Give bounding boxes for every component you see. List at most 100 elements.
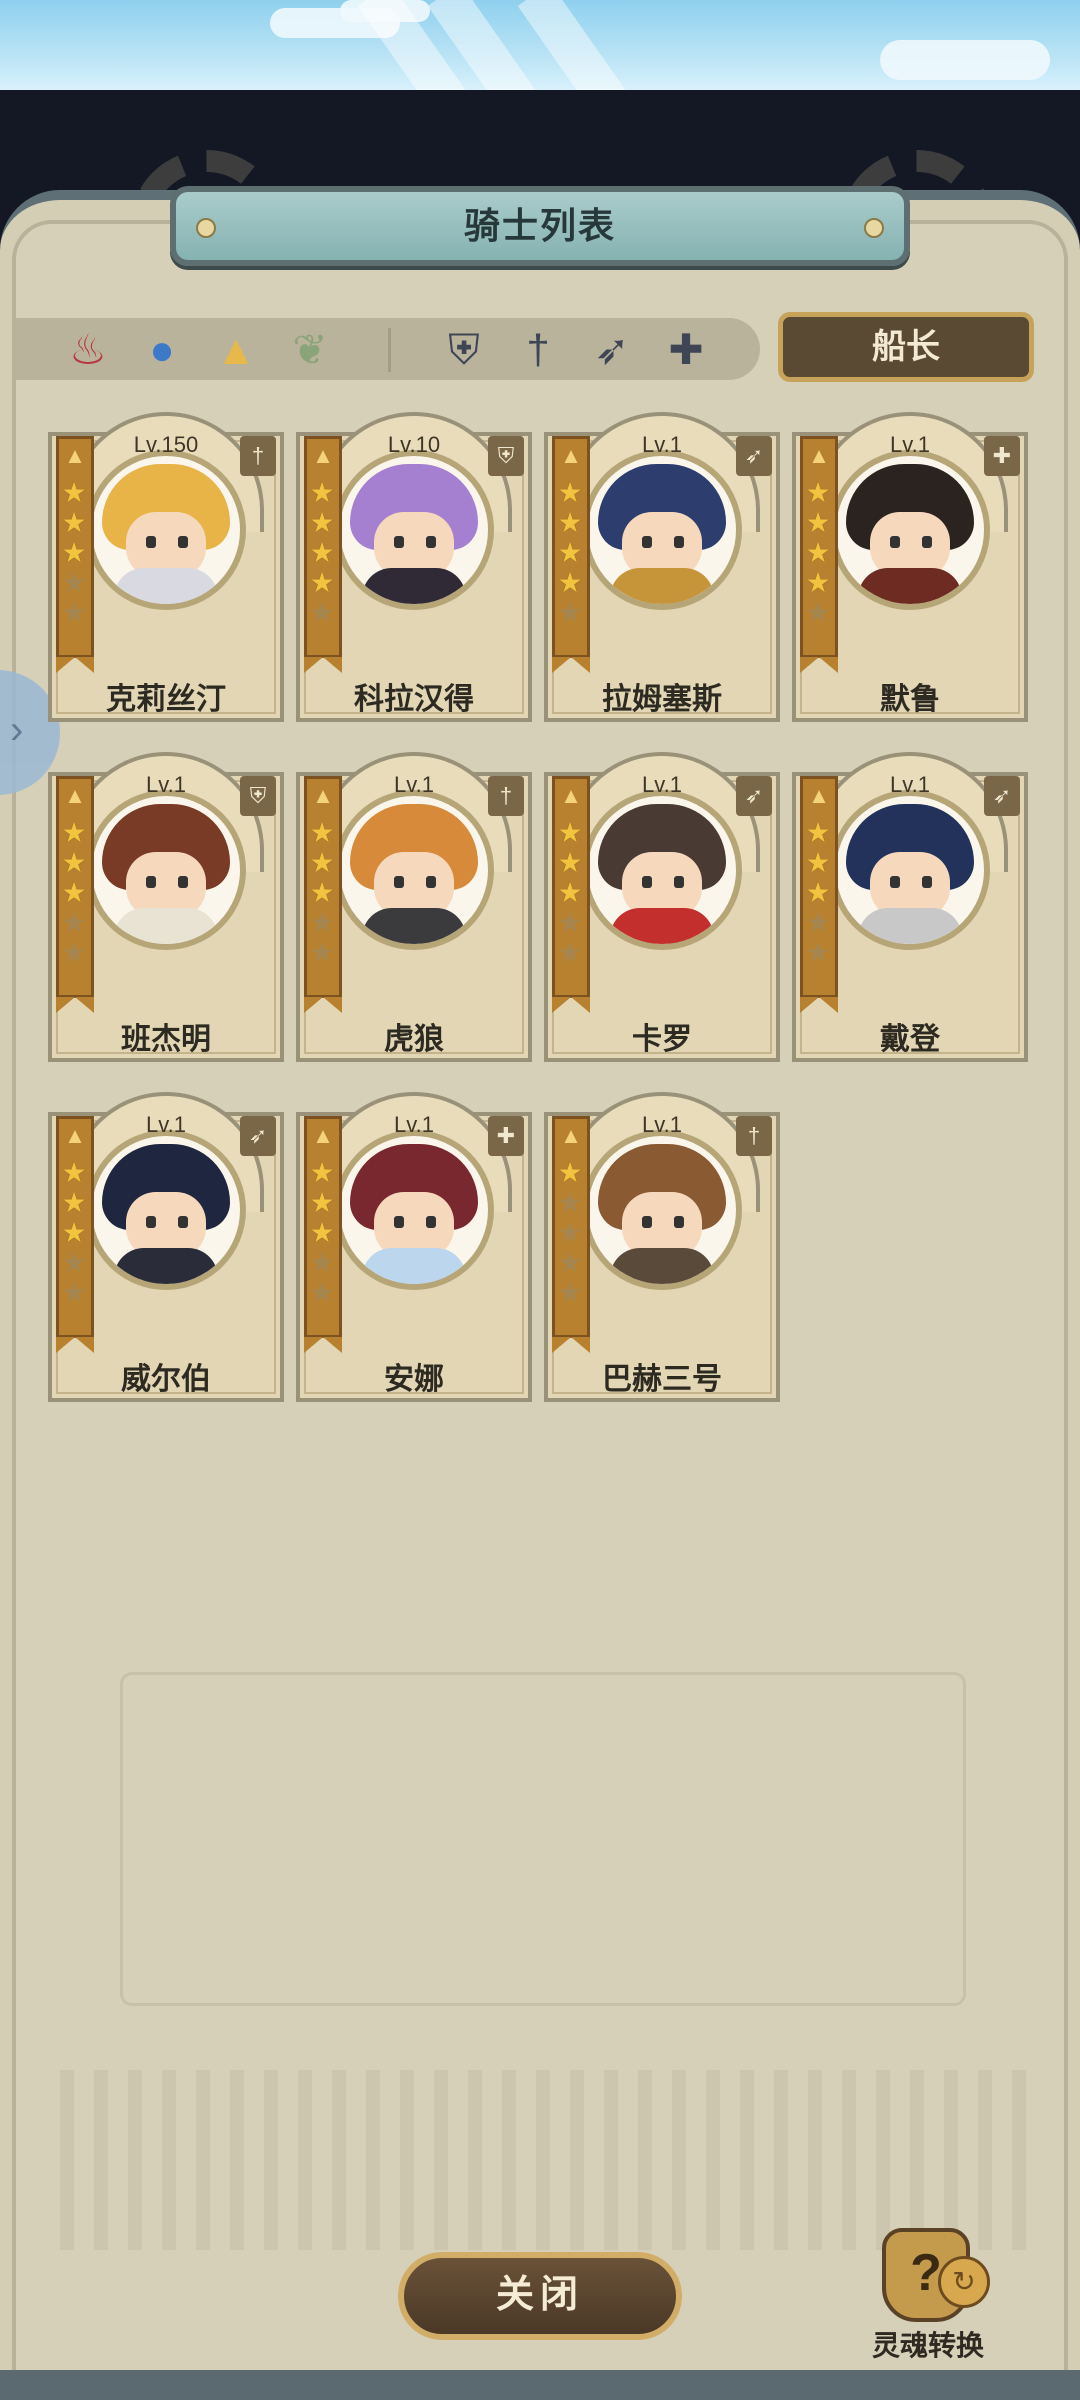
star-icon: ★	[557, 537, 583, 568]
star-icon: ★	[61, 1187, 87, 1218]
star-icon: ★	[557, 1157, 583, 1188]
knight-portrait	[582, 1130, 742, 1290]
knight-card[interactable]: ▲ ★ ★ ★ ★ ★ ✚ Lv.1 安娜	[296, 1092, 532, 1402]
knight-level: Lv.1	[146, 772, 186, 797]
knight-portrait	[334, 450, 494, 610]
captain-button[interactable]: 船长	[778, 312, 1034, 382]
knight-card[interactable]: ▲ ★ ★ ★ ★ ★ † Lv.1 巴赫三号	[544, 1092, 780, 1402]
star-icon: ★	[805, 507, 831, 538]
knight-name: 班杰明	[121, 1023, 211, 1056]
info-box	[120, 1672, 966, 2006]
star-icon: ★	[557, 817, 583, 848]
star-icon: ★	[61, 507, 87, 538]
star-icon: ★	[61, 817, 87, 848]
star-icon: ★	[805, 817, 831, 848]
star-icon: ★	[309, 567, 335, 598]
knight-portrait	[830, 790, 990, 950]
page-title: 骑士列表	[463, 205, 616, 246]
star-icon: ★	[61, 1157, 87, 1188]
close-button[interactable]: 关闭	[398, 2252, 682, 2340]
convert-arrow-icon: ↻	[938, 2256, 990, 2308]
sky-background	[0, 0, 1080, 90]
knight-card[interactable]: ▲ ★ ★ ★ ★ ★ ⛨ Lv.1 班杰明	[48, 752, 284, 1062]
shield-icon[interactable]: ⛨	[434, 320, 494, 380]
water-glyph: ●	[149, 326, 175, 373]
fire-glyph: ♨	[69, 326, 107, 373]
star-icon: ★	[805, 847, 831, 878]
knight-name: 戴登	[880, 1023, 940, 1056]
cross-glyph: ✚	[668, 326, 704, 373]
bow-icon[interactable]: ➶	[582, 320, 642, 380]
water-icon[interactable]: ●	[132, 320, 192, 380]
star-icon: ★	[557, 907, 583, 938]
star-icon: ★	[61, 877, 87, 908]
star-icon: ★	[309, 937, 335, 968]
star-icon: ★	[805, 477, 831, 508]
knight-name: 卡罗	[632, 1023, 692, 1056]
knight-card[interactable]: ▲ ★ ★ ★ ★ ★ ➶ Lv.1 戴登	[792, 752, 1028, 1062]
star-icon: ★	[61, 937, 87, 968]
knight-portrait	[582, 790, 742, 950]
knight-card[interactable]: ▲ ★ ★ ★ ★ ★ ➶ Lv.1 卡罗	[544, 752, 780, 1062]
star-icon: ★	[557, 877, 583, 908]
knight-level: Lv.1	[642, 432, 682, 457]
star-icon: ★	[557, 1277, 583, 1308]
knight-card[interactable]: ▲ ★ ★ ★ ★ ★ ➶ Lv.1 拉姆塞斯	[544, 412, 780, 722]
sword-glyph: †	[526, 326, 550, 373]
star-icon: ★	[61, 1217, 87, 1248]
cross-icon[interactable]: ✚	[656, 320, 716, 380]
bow-glyph: ➶	[594, 326, 630, 373]
fence-decoration	[40, 2070, 1040, 2250]
star-icon: ★	[557, 507, 583, 538]
knight-level: Lv.10	[387, 432, 441, 457]
knight-level: Lv.1	[394, 1112, 434, 1137]
knight-name: 巴赫三号	[602, 1363, 722, 1396]
star-icon: ★	[557, 1217, 583, 1248]
star-icon: ★	[61, 1247, 87, 1278]
knight-card[interactable]: ▲ ★ ★ ★ ★ ★ † Lv.1 虎狼	[296, 752, 532, 1062]
knight-portrait	[86, 790, 246, 950]
star-icon: ★	[61, 567, 87, 598]
star-icon: ★	[309, 1187, 335, 1218]
star-icon: ★	[557, 1247, 583, 1278]
knight-name: 拉姆塞斯	[602, 683, 722, 716]
star-icon: ★	[805, 597, 831, 628]
knight-portrait	[582, 450, 742, 610]
star-icon: ★	[557, 937, 583, 968]
knight-name: 安娜	[384, 1363, 444, 1396]
star-icon: ★	[805, 537, 831, 568]
knight-card[interactable]: ▲ ★ ★ ★ ★ ★ ➶ Lv.1 威尔伯	[48, 1092, 284, 1402]
star-icon: ★	[557, 1187, 583, 1218]
title-plate: 骑士列表	[170, 186, 910, 266]
knight-card[interactable]: ▲ ★ ★ ★ ★ ★ ⛨ Lv.10 科拉汉得	[296, 412, 532, 722]
star-icon: ★	[309, 537, 335, 568]
star-icon: ★	[309, 507, 335, 538]
star-icon: ★	[309, 877, 335, 908]
knight-card[interactable]: ▲ ★ ★ ★ ★ ★ ✚ Lv.1 默鲁	[792, 412, 1028, 722]
knight-card[interactable]: ▲ ★ ★ ★ ★ ★ † Lv.150 克莉丝汀	[48, 412, 284, 722]
star-icon: ★	[309, 847, 335, 878]
star-icon: ★	[805, 937, 831, 968]
star-icon: ★	[309, 1277, 335, 1308]
star-icon: ★	[61, 597, 87, 628]
fire-icon[interactable]: ♨	[58, 320, 118, 380]
star-icon: ★	[61, 1277, 87, 1308]
star-icon: ★	[309, 907, 335, 938]
chevron-right-icon: ›	[10, 708, 24, 752]
star-icon: ★	[557, 477, 583, 508]
sword-icon[interactable]: †	[508, 320, 568, 380]
star-icon: ★	[61, 847, 87, 878]
knight-name: 科拉汉得	[354, 683, 474, 716]
earth-icon[interactable]: ▲	[206, 320, 266, 380]
shield-glyph: ⛨	[448, 326, 480, 373]
star-icon: ★	[309, 817, 335, 848]
knight-name: 默鲁	[880, 683, 940, 716]
wind-icon[interactable]: ❦	[280, 320, 340, 380]
star-icon: ★	[309, 1247, 335, 1278]
star-icon: ★	[805, 567, 831, 598]
star-icon: ★	[61, 907, 87, 938]
star-icon: ★	[557, 567, 583, 598]
knight-portrait	[86, 1130, 246, 1290]
star-icon: ★	[309, 1157, 335, 1188]
soul-convert-button[interactable]: ? ↻ 灵魂转换	[868, 2228, 990, 2368]
